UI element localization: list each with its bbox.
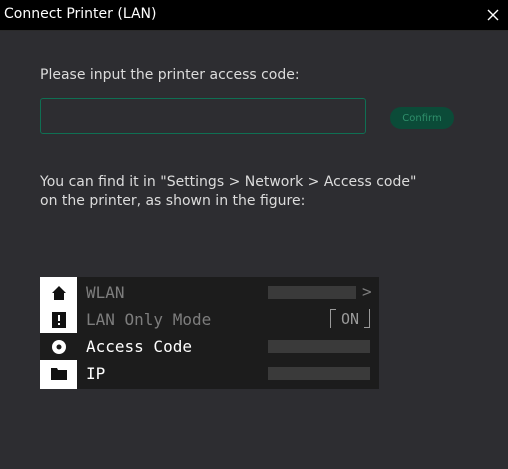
- figure-on-toggle: ON: [330, 309, 370, 329]
- folder-icon: [40, 360, 77, 387]
- title-bar: Connect Printer (LAN): [0, 0, 508, 31]
- figure-menu-label: LAN Only Mode: [86, 310, 212, 329]
- figure-menu-item-wlan: WLAN >: [40, 279, 379, 306]
- close-button[interactable]: [478, 0, 508, 30]
- lock-icon: [40, 306, 77, 333]
- access-code-prompt: Please input the printer access code:: [40, 67, 300, 83]
- hint-line-2: on the printer, as shown in the figure:: [40, 193, 306, 209]
- printer-screen-figure: WLAN > LAN Only Mode ON Access Code IP: [40, 277, 379, 389]
- figure-value-bar: [268, 367, 370, 380]
- figure-menu-item-access-code: Access Code: [40, 333, 379, 360]
- access-code-input[interactable]: [40, 98, 366, 134]
- access-code-hint: You can find it in "Settings > Network >…: [40, 173, 460, 211]
- figure-menu-label: Access Code: [86, 337, 192, 356]
- figure-menu-label: IP: [86, 364, 106, 383]
- gear-icon: [40, 333, 77, 360]
- figure-value-bar: [268, 286, 356, 299]
- figure-menu-chevron: >: [362, 282, 372, 301]
- figure-menu-item-lan-only-mode: LAN Only Mode ON: [40, 306, 379, 333]
- figure-value-bar: [268, 340, 370, 353]
- figure-menu-label: WLAN: [86, 283, 125, 302]
- home-icon: [40, 279, 77, 306]
- close-icon: [487, 9, 499, 21]
- window-title: Connect Printer (LAN): [4, 6, 157, 22]
- hint-line-1: You can find it in "Settings > Network >…: [40, 174, 417, 190]
- figure-menu-item-ip: IP: [40, 360, 379, 387]
- confirm-button[interactable]: Confirm: [390, 107, 454, 129]
